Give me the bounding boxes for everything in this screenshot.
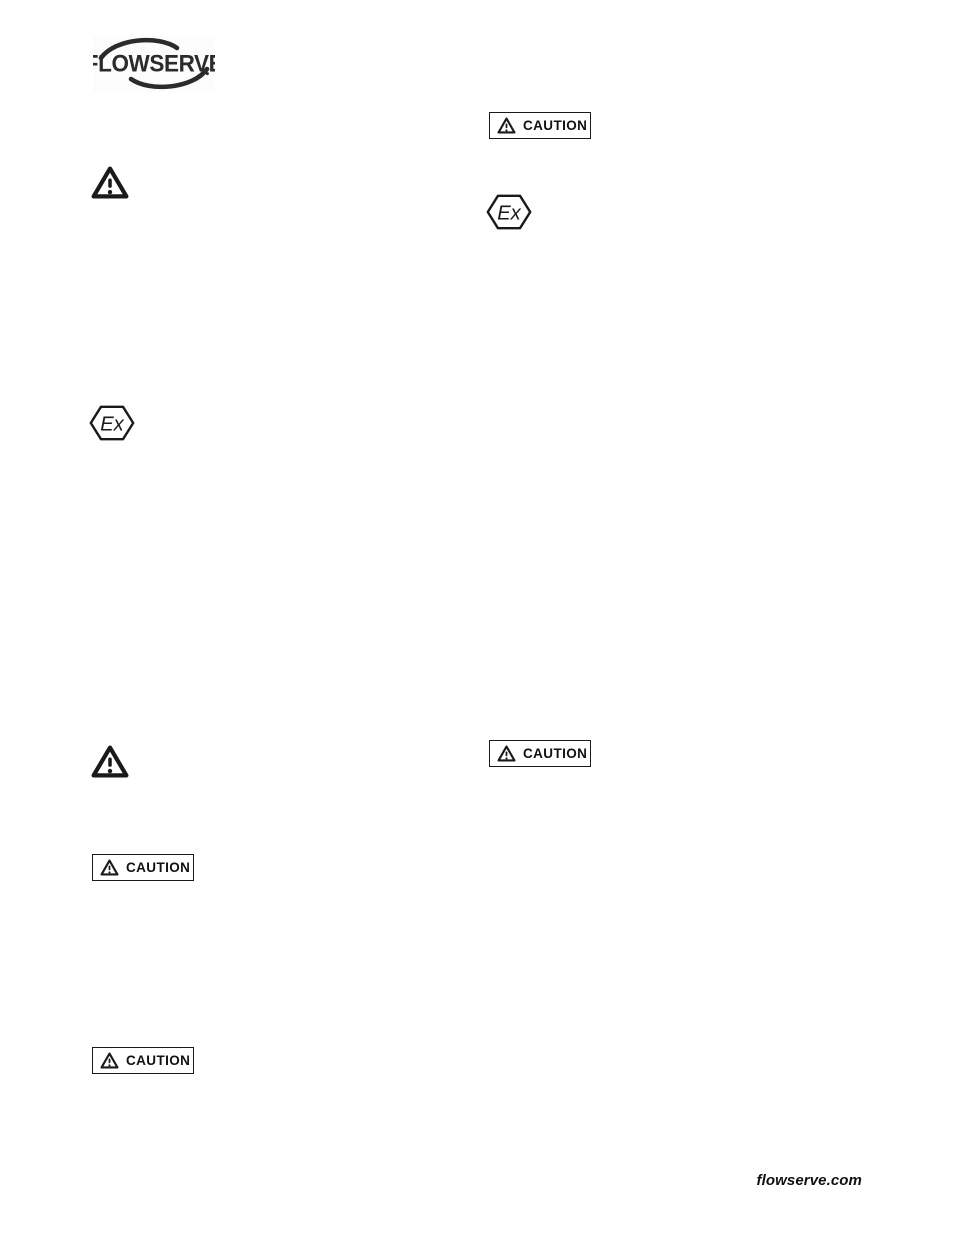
warning-triangle-icon [497,745,516,762]
caution-notice-box: CAUTION [92,1047,194,1074]
registered-trademark-icon [205,72,209,76]
svg-text:Ex: Ex [497,202,521,224]
warning-triangle-icon [91,166,129,199]
warning-triangle-icon [100,859,119,876]
caution-notice-box: CAUTION [92,854,194,881]
atex-ex-hexagon-icon: Ex [486,194,532,230]
caution-notice-box: CAUTION [489,112,591,139]
flowserve-logo: FLOWSERVE [93,36,215,92]
caution-label: CAUTION [523,745,588,761]
flowserve-wordmark: FLOWSERVE [93,50,215,77]
warning-triangle-icon [100,1052,119,1069]
footer-website-url[interactable]: flowserve.com [756,1172,862,1189]
manual-page: FLOWSERVE Ex Ex CAUTION CAUTION CAUTION CAUT… [0,0,954,1235]
atex-ex-hexagon-icon: Ex [89,405,135,441]
caution-label: CAUTION [523,117,588,133]
caution-label: CAUTION [126,859,191,875]
caution-label: CAUTION [126,1052,191,1068]
warning-triangle-icon [91,745,129,778]
svg-text:Ex: Ex [100,413,124,435]
caution-notice-box: CAUTION [489,740,591,767]
warning-triangle-icon [497,117,516,134]
